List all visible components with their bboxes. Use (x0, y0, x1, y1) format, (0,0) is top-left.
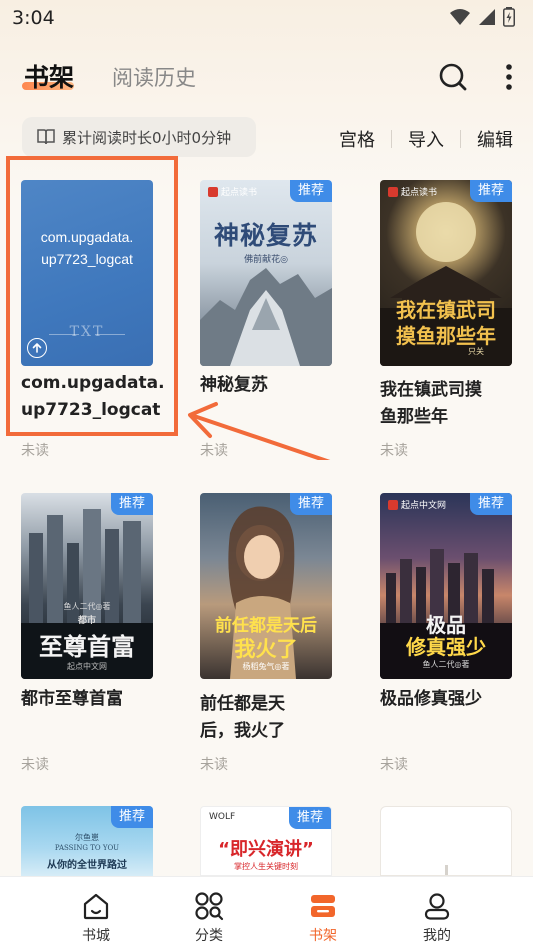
publisher-tag: 起点中文网 (388, 498, 446, 511)
publisher-logo-icon (208, 186, 218, 197)
cover-title: “即兴演讲” (218, 839, 314, 860)
category-grid-icon (195, 892, 224, 921)
book-cover[interactable]: 推荐 前任都是天后 我火了 杨稻兔气◎著 (200, 493, 332, 679)
book-open-icon (37, 129, 55, 145)
reading-time-text: 累计阅读时长0小时0分钟 (62, 128, 232, 147)
book-status: 未读 (21, 757, 49, 773)
nav-label: 分类 (195, 928, 223, 944)
cover-small-title: 掌控人生关键时刻 (234, 862, 298, 871)
search-icon (439, 63, 467, 91)
divider (391, 130, 392, 148)
recommend-badge: 推荐 (110, 493, 153, 515)
book-cover[interactable]: 起点中文网 推荐 极品 修真强少 鱼人二代◎著 (380, 493, 512, 679)
publisher-logo-icon (388, 499, 398, 510)
book-title[interactable]: 神秘复苏 (200, 372, 350, 399)
highlight-frame (6, 156, 178, 436)
book-title[interactable]: 我在镇武司摸 鱼那些年 (380, 377, 530, 431)
cover-author: 鱼人二代◎著 (63, 602, 111, 611)
publisher-tag: 起点读书 (208, 185, 257, 198)
book-cover[interactable]: 推荐 尔鱼崽 PASSING TO YOU 从你的全世界路过 (21, 806, 153, 876)
book-cover[interactable]: 起点读书 推荐 我在镇武司 摸鱼那些年 只关 (380, 180, 512, 366)
bottom-nav: 书城 分类 书架 我的 (0, 876, 533, 948)
nav-bookshelf[interactable]: 书架 (278, 877, 368, 948)
search-button[interactable] (436, 60, 470, 94)
cover-title: 我在镇武司 (396, 298, 496, 322)
reading-time-pill[interactable]: 累计阅读时长0小时0分钟 (22, 117, 256, 157)
shelf-actions: 宫格 导入 编辑 (339, 126, 513, 152)
book-status: 未读 (21, 443, 49, 459)
more-button[interactable] (494, 60, 524, 94)
home-icon (83, 893, 109, 920)
book-title[interactable]: 前任都是天 后，我火了 (200, 691, 350, 745)
recommend-badge: 推荐 (469, 180, 512, 202)
wifi-icon (450, 9, 470, 25)
recommend-badge: 推荐 (469, 493, 512, 515)
more-vertical-icon (506, 64, 512, 90)
recommend-badge: 推荐 (110, 806, 153, 828)
book-status: 未读 (200, 757, 228, 773)
cover-author: 鱼人二代◎著 (422, 660, 470, 669)
edit-button[interactable]: 编辑 (477, 126, 513, 152)
cover-art (200, 268, 332, 366)
status-time: 3:04 (12, 7, 55, 29)
nav-category[interactable]: 分类 (164, 877, 254, 948)
signal-icon (479, 9, 495, 25)
book-title[interactable]: 极品修真强少 (380, 686, 530, 713)
nav-bookstore[interactable]: 书城 (51, 877, 141, 948)
status-bar: 3:04 (0, 0, 533, 36)
bookshelf-icon (311, 895, 335, 917)
nav-label: 书架 (309, 928, 337, 944)
cover-author: 尔鱼崽 (75, 833, 99, 842)
add-book-placeholder[interactable] (380, 806, 512, 876)
cover-author: 只关 (468, 347, 484, 356)
plus-icon (445, 865, 448, 875)
divider (460, 130, 461, 148)
publisher-logo-icon (388, 186, 398, 197)
cover-title: 我火了 (234, 636, 298, 661)
nav-label: 我的 (423, 928, 451, 944)
grid-view-button[interactable]: 宫格 (339, 126, 375, 152)
cover-title: 至尊首富 (39, 632, 135, 661)
recommend-badge: 推荐 (289, 180, 332, 202)
nav-profile[interactable]: 我的 (392, 877, 482, 948)
import-button[interactable]: 导入 (408, 126, 444, 152)
cover-small-title: 都市 (77, 616, 96, 626)
cover-title: 从你的全世界路过 (47, 860, 127, 871)
profile-icon (424, 893, 450, 920)
recommend-badge: 推荐 (288, 807, 331, 829)
nav-label: 书城 (82, 928, 110, 944)
book-status: 未读 (380, 443, 408, 459)
recommend-badge: 推荐 (289, 493, 332, 515)
book-cover[interactable]: 起点读书 推荐 神秘复苏 佛前献花◎ (200, 180, 332, 366)
cover-author: 佛前献花◎ (244, 255, 288, 265)
book-status: 未读 (380, 757, 408, 773)
publisher-tag: WOLF (209, 812, 236, 822)
battery-icon (503, 7, 515, 27)
book-title[interactable]: 都市至尊首富 (21, 686, 171, 713)
tab-bookshelf[interactable]: 书架 (24, 58, 74, 94)
cover-publisher: 起点中文网 (67, 662, 107, 671)
arrow-icon (188, 402, 331, 460)
status-icons (449, 7, 515, 27)
cover-small-title: PASSING TO YOU (54, 844, 120, 852)
book-cover[interactable]: 推荐 鱼人二代◎著 都市 至尊首富 起点中文网 (21, 493, 153, 679)
cover-title: 修真强少 (406, 635, 486, 659)
cover-title: 神秘复苏 (213, 221, 318, 250)
cover-title: 摸鱼那些年 (396, 324, 496, 348)
publisher-tag: 起点读书 (388, 185, 437, 198)
book-cover[interactable]: WOLF 推荐 “即兴演讲” 掌控人生关键时刻 (200, 806, 332, 876)
cover-author: 杨稻兔气◎著 (242, 662, 290, 671)
tab-reading-history[interactable]: 阅读历史 (112, 62, 196, 92)
